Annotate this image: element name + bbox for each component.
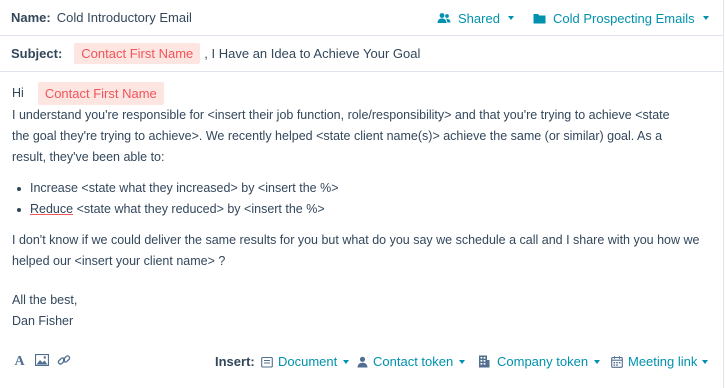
body-line: I don't know if we could deliver the sam… xyxy=(12,233,700,247)
insert-meeting-link-dropdown[interactable]: Meeting link xyxy=(611,354,709,369)
insert-document-dropdown[interactable]: Document xyxy=(261,354,350,369)
text-format-icon[interactable]: A xyxy=(14,353,27,367)
template-name[interactable]: Cold Introductory Email xyxy=(57,10,192,25)
list-item-text: <state what they reduced> by <insert the… xyxy=(73,202,325,216)
meeting-link-label: Meeting link xyxy=(628,354,698,369)
chevron-down-icon xyxy=(594,359,601,364)
insert-label: Insert: xyxy=(215,354,255,369)
shared-dropdown[interactable]: Shared xyxy=(437,0,514,36)
folder-dropdown[interactable]: Cold Prospecting Emails xyxy=(533,0,709,36)
insert-company-token-dropdown[interactable]: Company token xyxy=(478,354,601,369)
contact-token-label: Contact token xyxy=(373,354,454,369)
calendar-icon xyxy=(611,355,623,368)
list-item: Increase <state what they increased> by … xyxy=(17,178,718,199)
folder-icon xyxy=(533,13,546,23)
shared-label: Shared xyxy=(458,10,500,26)
body-line: I understand you're responsible for <ins… xyxy=(12,108,670,122)
body-line: the goal they're trying to achieve>. We … xyxy=(12,129,663,143)
chevron-down-icon xyxy=(702,16,709,20)
company-token-label: Company token xyxy=(497,354,589,369)
users-icon xyxy=(437,13,451,23)
signoff: All the best, xyxy=(12,293,78,307)
signature-name: Dan Fisher xyxy=(12,314,74,328)
document-label: Document xyxy=(278,354,338,369)
chevron-down-icon xyxy=(507,16,514,20)
chevron-down-icon xyxy=(459,359,466,364)
subject-row[interactable]: Subject: Contact First Name , I Have an … xyxy=(0,36,724,72)
chevron-down-icon xyxy=(343,359,350,364)
person-icon xyxy=(357,356,368,367)
svg-text:A: A xyxy=(15,354,26,367)
body-line: helped our <insert your client name> ? xyxy=(12,254,226,268)
name-label: Name: xyxy=(11,10,51,25)
image-icon[interactable] xyxy=(35,354,49,366)
contact-first-name-token[interactable]: Contact First Name xyxy=(74,43,201,64)
list-item: Reduce <state what they reduced> by <ins… xyxy=(17,199,718,220)
document-icon xyxy=(261,356,273,368)
link-icon[interactable] xyxy=(57,353,71,367)
greeting-text: Hi xyxy=(12,86,24,100)
body-line: result, they've been able to: xyxy=(12,150,165,164)
building-icon xyxy=(479,355,490,368)
spellcheck-word: Reduce xyxy=(30,202,74,216)
email-template-editor: Name: Cold Introductory Email Shared Col… xyxy=(0,0,724,388)
editor-toolbar: A Insert: Document Contact token Company… xyxy=(0,348,724,376)
contact-first-name-token[interactable]: Contact First Name xyxy=(37,82,164,105)
insert-contact-token-dropdown[interactable]: Contact token xyxy=(357,354,466,369)
bullet-list: Increase <state what they increased> by … xyxy=(17,178,718,220)
subject-label: Subject: xyxy=(11,46,63,61)
folder-label: Cold Prospecting Emails xyxy=(553,10,695,26)
email-body[interactable]: Hi Contact First Name I understand you'r… xyxy=(12,82,718,332)
body-paragraph: I understand you're responsible for <ins… xyxy=(12,105,718,168)
chevron-down-icon xyxy=(702,359,709,364)
subject-text: , I Have an Idea to Achieve Your Goal xyxy=(204,46,421,61)
greeting-line: Hi Contact First Name xyxy=(12,82,718,105)
body-paragraph: I don't know if we could deliver the sam… xyxy=(12,230,718,272)
